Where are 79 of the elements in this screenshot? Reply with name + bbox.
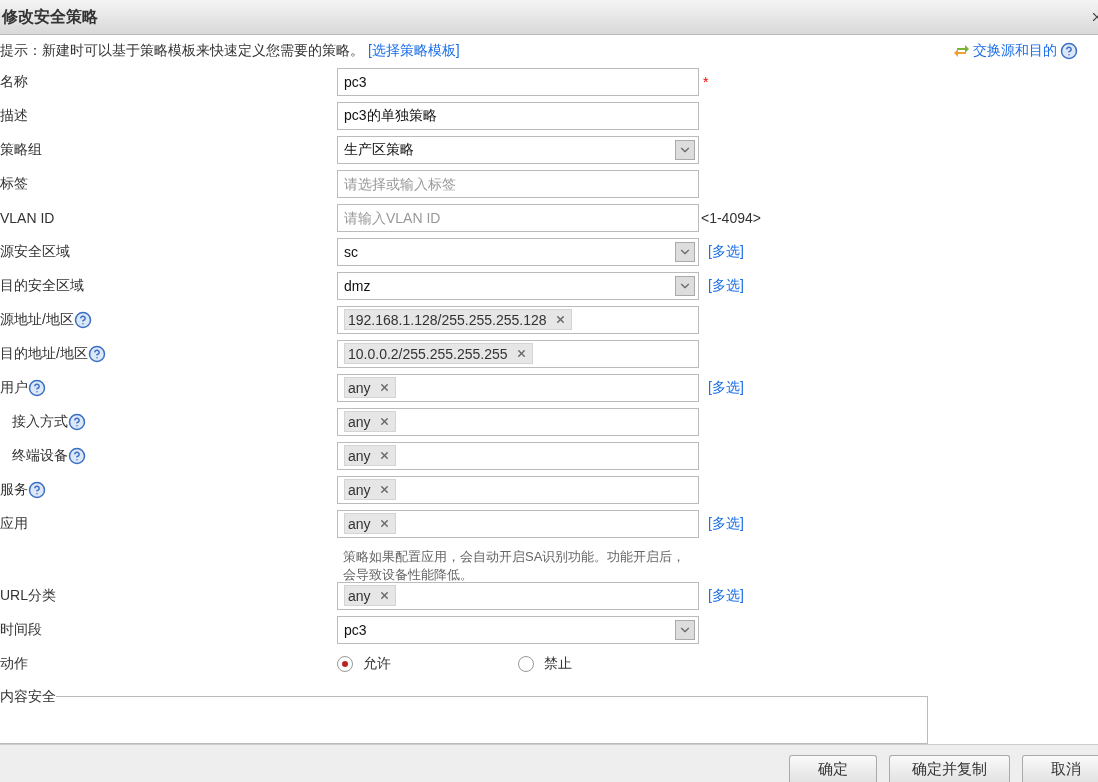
dialog-button[interactable]: 确定并复制 [889,755,1010,782]
help-icon[interactable] [73,310,92,329]
tag-field[interactable]: 10.0.0.2/255.255.255.255 [337,339,699,368]
remove-icon[interactable] [378,484,390,495]
select-field[interactable]: sc [337,237,699,266]
tag: any [344,445,396,466]
required-mark: * [703,73,709,90]
range-hint: <1-4094> [701,209,761,226]
tag-field[interactable]: any [337,581,699,610]
tag-field[interactable]: any [337,407,699,436]
select-field[interactable]: 生产区策略 [337,135,699,164]
remove-icon[interactable] [554,314,566,325]
field-label: 源地址/地区 [0,310,74,329]
field-label: URL分类 [0,586,56,605]
field-label: VLAN ID [0,209,55,226]
help-icon[interactable] [68,446,86,465]
field-label: 动作 [0,654,28,673]
field-label: 时间段 [0,620,42,639]
window-title: 修改安全策略 [0,6,98,27]
field-label: 应用 [0,514,28,533]
dropdown-icon[interactable] [675,139,695,160]
help-icon[interactable] [28,378,46,397]
radio-option[interactable]: 禁止 [518,654,699,673]
dialog-button[interactable]: 确定 [789,755,877,782]
remove-icon[interactable] [515,348,527,359]
field-label: 标签 [0,174,28,193]
remove-icon[interactable] [378,382,390,393]
multi-select-link[interactable]: [多选] [708,586,744,605]
tag: any [344,513,396,534]
field-label: 描述 [0,106,28,125]
hint-text: 策略如果配置应用，会自动开启SA识别功能。功能开启后，会导致设备性能降低。 [342,547,687,584]
field-label: 策略组 [0,140,42,159]
dropdown-icon[interactable] [675,275,695,296]
remove-icon[interactable] [378,450,390,461]
field-label: 名称 [0,72,28,91]
tag-field[interactable]: any [337,373,699,402]
field-label: 源安全区域 [0,242,70,261]
help-icon[interactable] [1060,42,1078,61]
tag-field[interactable]: any [337,441,699,470]
field-label: 目的安全区域 [0,276,84,295]
tag-field[interactable]: any [337,475,699,504]
field-label: 接入方式 [12,412,68,431]
field-label: 服务 [0,480,28,499]
remove-icon[interactable] [378,416,390,427]
swap-icon [953,44,970,59]
field-label: 用户 [0,378,28,397]
remove-icon[interactable] [378,518,390,529]
tag: any [344,479,396,500]
help-icon[interactable] [68,412,86,431]
tag: 192.168.1.128/255.255.255.128 [344,309,572,330]
radio-option[interactable]: 允许 [337,654,518,673]
text-field[interactable]: 请选择或输入标签 [337,169,699,198]
text-field[interactable]: pc3的单独策略 [337,101,699,130]
text-field[interactable]: pc3 [337,67,699,96]
field-label: 终端设备 [12,446,68,465]
dialog-button[interactable]: 取消 [1022,755,1098,782]
multi-select-link[interactable]: [多选] [708,514,744,533]
tag-field[interactable]: any [337,509,699,538]
help-icon[interactable] [28,480,46,499]
tag: any [344,377,396,398]
dropdown-icon[interactable] [675,241,695,262]
template-link[interactable]: [选择策略模板] [367,42,460,59]
dropdown-icon[interactable] [675,619,695,640]
select-field[interactable]: dmz [337,271,699,300]
tip-text: 提示：新建时可以基于策略模板来快速定义您需要的策略。 [选择策略模板] [0,42,460,61]
multi-select-link[interactable]: [多选] [708,242,744,261]
tag: any [344,411,396,432]
tag-field[interactable]: 192.168.1.128/255.255.255.128 [337,305,699,334]
section-legend: 内容安全 [0,687,56,706]
select-field[interactable]: pc3 [337,615,699,644]
help-icon[interactable] [87,344,106,363]
remove-icon[interactable] [378,590,390,602]
swap-link[interactable]: 交换源和目的 [973,42,1057,61]
multi-select-link[interactable]: [多选] [708,378,744,397]
field-label: 目的地址/地区 [0,344,88,363]
tag: 10.0.0.2/255.255.255.255 [344,343,533,364]
text-field[interactable]: 请输入VLAN ID [337,203,699,232]
tag: any [344,585,396,607]
multi-select-link[interactable]: [多选] [708,276,744,295]
